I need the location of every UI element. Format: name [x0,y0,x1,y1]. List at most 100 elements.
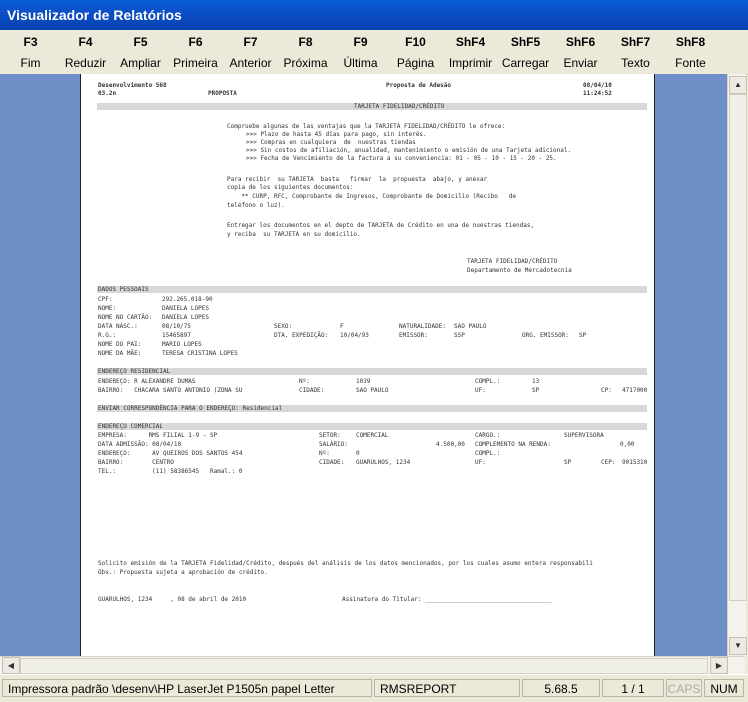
footer-statement: Solicito emisión de la TARJETA Fidelidad… [98,560,593,567]
cartao-label: NOME NO CARTÃO: [98,314,153,321]
report-subtitle: PROPOSTA [208,90,237,97]
toolbar-button-enviar[interactable]: ShF6 Enviar [553,34,608,71]
commercial-role-label: CARGO.: [475,432,501,439]
button-label: Imprimir [448,56,493,70]
button-label: Página [396,56,435,70]
commercial-district: BAIRRO: CENTRO [98,459,174,466]
toolbar-button-anterior[interactable]: F7 Anterior [223,34,278,71]
docs-line: ** CURP, RFC, Comprobante de Ingresos, C… [227,193,516,200]
commercial-header: ENDEREÇO COMERCIAL [98,423,164,430]
vertical-scrollbar[interactable]: ▲ ▼ [727,74,747,656]
benefit-line: >>> Plazo de hasta 45 días para pago, si… [246,131,427,138]
report-title: Proposta de Adesão [386,82,452,89]
button-label: Ampliar [120,56,161,70]
button-label: Última [343,56,378,70]
emissor-label: EMISSOR: [399,332,428,339]
sexo-label: SEXO: [274,323,293,330]
status-printer: Impressora padrão \desenv\HP LaserJet P1… [2,679,372,697]
button-label: Carregar [501,56,550,70]
signature-line: Assinatura do Titular: _________________… [342,596,552,603]
commercial-extra-income: 0,00 [620,441,635,448]
report-time: 11:24:52 [583,90,612,97]
button-label: Fonte [675,56,706,70]
toolbar-button-primeira[interactable]: F6 Primeira [168,34,223,71]
docs-line: copia de los siguientes documentos: [227,184,354,191]
residence-number: 1039 [356,378,371,385]
nasc-value: 08/10/75 [162,323,191,330]
toolbar-button-carregar[interactable]: ShF5 Carregar [498,34,553,71]
section-header-bar [97,368,647,375]
cpf-value: 292.265.018-90 [162,296,213,303]
shortcut-key: ShF8 [675,35,706,49]
shortcut-key: F6 [188,35,203,49]
toolbar-button-proxima[interactable]: F8 Próxima [278,34,333,71]
horizontal-scroll-thumb[interactable] [20,658,708,674]
residence-cep: 4717000 [622,387,648,394]
vertical-scroll-thumb[interactable] [729,94,747,601]
toolbar-button-texto[interactable]: ShF7 Texto [608,34,663,71]
status-page: 1 / 1 [602,679,664,697]
residence-uf-label: UF: [475,387,486,394]
docs-line: teléfono o luz). [227,202,285,209]
toolbar-button-fim[interactable]: F3 Fim [3,34,58,71]
pai-value: MARIO LOPES [162,341,202,348]
commercial-company: EMPRESA: RMS FILIAL 1-9 - SP [98,432,218,439]
scroll-right-arrow-icon[interactable]: ▶ [710,657,728,674]
nasc-label: DATA NASC.: [98,323,138,330]
commercial-address: ENDEREÇO: AV QUEIROS DOS SANTOS 454 [98,450,243,457]
status-bar: Impressora padrão \desenv\HP LaserJet P1… [0,674,748,702]
scroll-left-arrow-icon[interactable]: ◀ [2,657,20,674]
benefit-line: >>> Sin costos de afiliación, anualidad,… [246,147,572,154]
rg-value: 15465897 [162,332,191,339]
button-label: Enviar [563,56,598,70]
shortcut-key: ShF6 [565,35,596,49]
expedicao-label: DTA. EXPEDIÇÃO: [274,332,329,339]
toolbar-button-ampliar[interactable]: F5 Ampliar [113,34,168,71]
commercial-cep: 9015310 [622,459,648,466]
residence-number-label: Nº: [299,378,310,385]
commercial-number-label: Nº: [319,450,330,457]
commercial-cep-label: CEP: [601,459,616,466]
scroll-up-arrow-icon[interactable]: ▲ [729,76,747,94]
toolbar-button-reduzir[interactable]: F4 Reduzir [58,34,113,71]
org-value: SP [579,332,587,339]
residence-uf: SP [532,387,540,394]
commercial-number: 0 [356,450,360,457]
benefit-line: >>> Fecha de Vencimiento de la factura a… [246,155,557,162]
toolbar-button-pagina[interactable]: F10 Página [388,34,443,71]
sign-block-line: Departamento de Mercadotecnia [467,267,572,274]
status-version: 5.68.5 [522,679,600,697]
button-label: Fim [20,56,41,70]
toolbar-button-ultima[interactable]: F9 Última [333,34,388,71]
title-bar: Visualizador de Relatórios [0,0,748,30]
commercial-uf: SP [564,459,572,466]
footer-note: Obs.: Propuesta sujeta a aprobación de c… [98,569,268,576]
residence-address: ENDEREÇO: R ALEXANDRE DUMAS [98,378,196,385]
toolbar-button-fonte[interactable]: ShF8 Fonte [663,34,718,71]
shortcut-key: F9 [353,35,368,49]
nome-label: NOME: [98,305,117,312]
correspondence-line: ENVIAR CORRESPONDÊNCIA PARA O ENDEREÇO: … [98,405,283,412]
commercial-salary: 4.500,00 [436,441,465,448]
button-label: Anterior [229,56,272,70]
toolbar: F3 Fim F4 Reduzir F5 Ampliar F6 Primeira F7 A… [0,30,748,75]
status-caps: CAPS [666,679,702,697]
report-page: Desenvolvimento 568 Proposta de Adesão 0… [80,74,655,656]
report-viewport[interactable]: Desenvolvimento 568 Proposta de Adesão 0… [0,74,730,656]
report-code: 03.2n [98,90,117,97]
toolbar-button-imprimir[interactable]: ShF4 Imprimir [443,34,498,71]
horizontal-scrollbar[interactable]: ◀ ▶ [0,656,745,674]
commercial-city-label: CIDADE: [319,459,345,466]
commercial-salary-label: SALÁRIO: [319,441,348,448]
section-header-bar [97,423,647,430]
docs-line: Para recibir su TARJETA basta firmar la … [227,176,488,183]
commercial-uf-label: UF: [475,459,486,466]
button-label: Primeira [173,56,218,70]
org-label: ORG. EMISSOR: [522,332,569,339]
scroll-down-arrow-icon[interactable]: ▼ [729,637,747,655]
shortcut-key: F8 [298,35,313,49]
section-card-title: TARJETA FIDELIDAD/CRÉDITO [354,103,445,110]
sexo-value: F [340,323,344,330]
pai-label: NOME DO PAI: [98,341,142,348]
personal-header: DADOS PESSOAIS [98,286,149,293]
